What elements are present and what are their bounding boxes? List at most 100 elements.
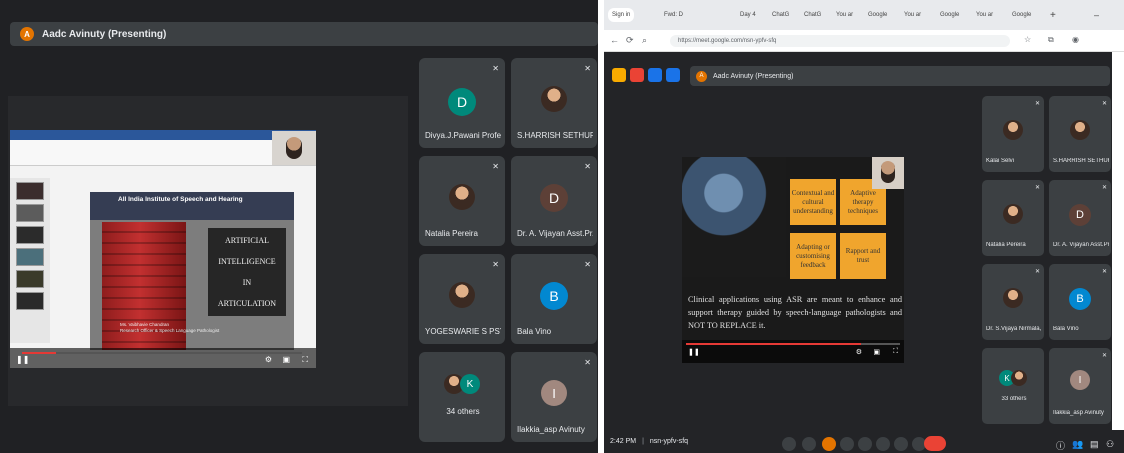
reaction-button[interactable]	[822, 437, 836, 451]
participant-avatar: D	[448, 88, 476, 116]
browser-tab[interactable]: You ar	[836, 8, 853, 22]
video-controls[interactable]: ❚❚ ⚙ ▣ ⛶	[10, 348, 316, 368]
browser-tab[interactable]: ChatG	[804, 8, 821, 22]
raise-hand-button[interactable]	[894, 437, 908, 451]
extensions-icon[interactable]: ⧉	[1048, 35, 1054, 45]
people-icon[interactable]: 👥	[1072, 439, 1083, 450]
mic-button[interactable]	[782, 437, 796, 451]
browser-tab[interactable]: Fwd: D	[664, 8, 683, 22]
participant-name: Natalia Pereira	[986, 242, 1026, 248]
title-line: IN	[242, 278, 252, 287]
browser-tab[interactable]: ChatG	[772, 8, 789, 22]
participant-avatar: K	[460, 374, 480, 394]
browser-tab[interactable]: You ar	[904, 8, 921, 22]
presenter-camera	[272, 131, 316, 165]
participant-tile[interactable]: ✕ S.HARRISH SETHURA...	[511, 58, 597, 148]
shared-screen: All India Institute of Speech and Hearin…	[10, 130, 316, 368]
participant-avatar: I	[1070, 370, 1090, 390]
participant-photo	[1003, 120, 1023, 140]
slide-thumb[interactable]	[16, 248, 44, 266]
others-tile[interactable]: K 34 others	[419, 352, 505, 442]
participant-tile[interactable]: ✕ D Dr. A. Vijayan Asst.Pr...	[511, 156, 597, 246]
slide-thumb[interactable]	[16, 270, 44, 288]
fullscreen-icon[interactable]: ⛶	[893, 348, 898, 356]
info-icon[interactable]: ⓘ	[1056, 439, 1065, 452]
participant-tile[interactable]: ✕ YOGESWARIE S PSY...	[419, 254, 505, 344]
new-tab-icon[interactable]: +	[1050, 8, 1056, 22]
tools-icon[interactable]	[666, 68, 680, 82]
pip-icon[interactable]: ▣	[282, 355, 290, 364]
settings-icon[interactable]: ⚙	[265, 355, 272, 364]
participant-tile[interactable]: ✕ I Ilakkia_asp Avinuty	[511, 352, 597, 442]
participant-name: Dr. S.Vijaya Nirmala, ...	[986, 326, 1042, 332]
orange-box: Contextual and cultural understanding	[790, 179, 836, 225]
participant-photo	[449, 282, 475, 308]
participant-tile[interactable]: ✕ Natalia Pereira	[982, 180, 1044, 256]
doc-icon[interactable]	[612, 68, 626, 82]
others-tile[interactable]: K 33 others	[982, 348, 1044, 424]
institute-name: All India Institute of Speech and Hearin…	[118, 196, 243, 203]
orange-box: Adapting or customising feedback	[790, 233, 836, 279]
participant-tile[interactable]: ✕ Natalia Pereira	[419, 156, 505, 246]
tab-sign-in[interactable]: Sign in	[608, 8, 635, 22]
orange-box: Rapport and trust	[840, 233, 886, 279]
url-field[interactable]: https://meet.google.com/nsn-ypfv-sfq	[670, 35, 1010, 47]
participant-tile[interactable]: ✕ S.HARRISH SETHURA...	[1049, 96, 1111, 172]
browser-tab[interactable]: You ar	[976, 8, 993, 22]
browser-tab[interactable]: Google	[868, 8, 887, 22]
activities-icon[interactable]: ⚇	[1106, 439, 1114, 450]
participant-photo	[1070, 120, 1090, 140]
camera-button[interactable]	[802, 437, 816, 451]
browser-tab[interactable]: Day 4	[740, 8, 756, 22]
participant-name: Dr. A. Vijayan Asst.Pr...	[1053, 242, 1109, 248]
video-controls[interactable]: ❚❚ ⚙ ▣ ⛶	[682, 340, 904, 363]
record-icon[interactable]	[630, 68, 644, 82]
pip-icon[interactable]: ▣	[873, 348, 880, 356]
participant-tile[interactable]: ✕ Dr. S.Vijaya Nirmala, ...	[982, 264, 1044, 340]
mic-off-icon: ✕	[1101, 185, 1107, 191]
participant-tile[interactable]: ✕ D Divya.J.Pawani Profe...	[419, 58, 505, 148]
ppt-titlebar	[10, 130, 316, 140]
mic-off-icon: ✕	[1101, 353, 1107, 359]
slide-thumb[interactable]	[16, 292, 44, 310]
captions-button[interactable]	[840, 437, 854, 451]
slide-thumb[interactable]	[16, 226, 44, 244]
browser-tab[interactable]: Google	[1012, 8, 1031, 22]
participant-name: Natalia Pereira	[425, 229, 478, 238]
search-icon[interactable]: ⌕	[642, 35, 647, 46]
participant-tile[interactable]: ✕ B Bala Vino	[1049, 264, 1111, 340]
pause-icon[interactable]: ❚❚	[688, 348, 700, 356]
participant-name: S.HARRISH SETHURA...	[517, 131, 593, 140]
mic-off-icon: ✕	[1101, 269, 1107, 275]
emoji-button[interactable]	[858, 437, 872, 451]
participant-name: Divya.J.Pawani Profe...	[425, 131, 501, 140]
participant-tile[interactable]: ✕ Kalai Selvi	[982, 96, 1044, 172]
edit-icon[interactable]	[648, 68, 662, 82]
back-icon[interactable]: ←	[610, 35, 619, 45]
browser-tab[interactable]: Google	[940, 8, 959, 22]
pause-icon[interactable]: ❚❚	[16, 355, 29, 364]
participant-photo	[1003, 288, 1023, 308]
settings-icon[interactable]: ⚙	[856, 348, 862, 356]
video-progress-fill	[686, 343, 862, 345]
participant-tile[interactable]: ✕ D Dr. A. Vijayan Asst.Pr...	[1049, 180, 1111, 256]
chat-icon[interactable]: ▤	[1090, 439, 1099, 450]
profile-icon[interactable]: ◉	[1072, 35, 1079, 44]
participant-photo	[541, 86, 567, 112]
slide-thumb[interactable]	[16, 182, 44, 200]
presenter-label: Aadc Avinuty (Presenting)	[713, 72, 794, 80]
star-icon[interactable]: ☆	[1024, 35, 1031, 44]
present-button[interactable]	[876, 437, 890, 451]
slide-thumb[interactable]	[16, 204, 44, 222]
fullscreen-icon[interactable]: ⛶	[302, 355, 308, 365]
participant-tile[interactable]: ✕ B Bala Vino	[511, 254, 597, 344]
participant-tile[interactable]: ✕ I Ilakkia_asp Avinuty	[1049, 348, 1111, 424]
minimize-icon[interactable]: –	[1094, 8, 1099, 22]
title-line: ARTICULATION	[217, 299, 277, 308]
participant-avatar: D	[1069, 204, 1091, 226]
video-progress[interactable]	[686, 343, 900, 345]
video-progress[interactable]	[22, 352, 302, 354]
mic-off-icon: ✕	[584, 64, 591, 73]
leave-call-button[interactable]	[924, 436, 946, 451]
reload-icon[interactable]: ⟳	[626, 35, 634, 46]
